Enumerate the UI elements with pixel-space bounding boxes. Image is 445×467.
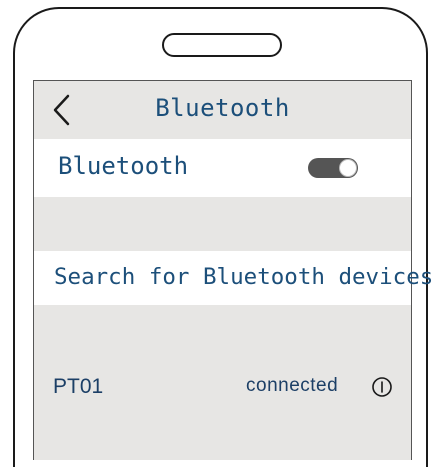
bluetooth-toggle-label: Bluetooth [58,152,189,180]
header-bar: Bluetooth [34,81,411,139]
device-name: PT01 [53,375,104,398]
device-status: connected [246,375,339,396]
info-icon[interactable] [371,376,393,398]
phone-speaker [162,33,282,57]
search-devices-row[interactable]: Search for Bluetooth devices [34,251,433,305]
toggle-knob [339,159,357,177]
page-title: Bluetooth [155,94,290,122]
bluetooth-toggle-switch[interactable] [308,158,358,178]
bluetooth-toggle-row: Bluetooth [34,139,411,197]
search-devices-label: Search for Bluetooth devices [54,264,434,290]
device-row-pt01[interactable]: PT01 connected [34,363,411,411]
phone-screen: Bluetooth Bluetooth Search for Bluetooth… [33,80,433,460]
